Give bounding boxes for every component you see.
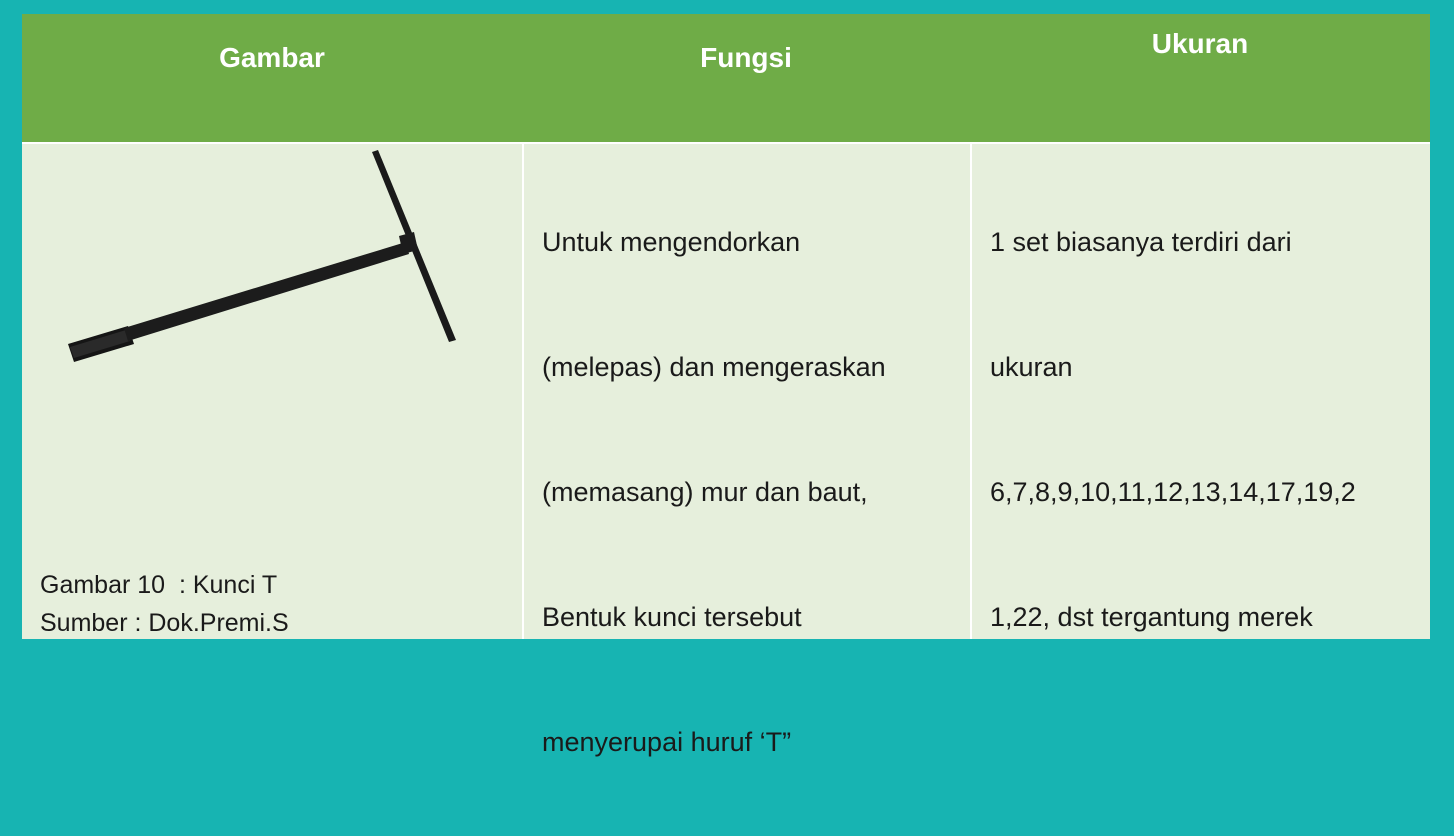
t-wrench-icon — [68, 150, 456, 362]
ukuran-line: 1 set biasanya terdiri dari — [990, 226, 1292, 257]
image-caption: Gambar 10 : Kunci T Sumber : Dok.Premi.S — [40, 566, 289, 642]
column-divider-2 — [970, 142, 972, 639]
ukuran-line: 6,7,8,9,10,11,12,13,14,17,19,2 — [990, 476, 1356, 507]
caption-figure: Gambar 10 : Kunci T — [40, 571, 278, 599]
fungsi-cell: Untuk mengendorkan (melepas) dan mengera… — [542, 148, 962, 836]
ukuran-line: 1,22, dst tergantung merek — [990, 601, 1313, 632]
ukuran-line: ukuran — [990, 351, 1073, 382]
caption-source: Sumber : Dok.Premi.S — [40, 609, 289, 637]
table-header: Gambar Fungsi Ukuran — [22, 14, 1430, 142]
header-ukuran: Ukuran — [1151, 28, 1249, 59]
column-divider-1 — [522, 142, 524, 639]
fungsi-line: Untuk mengendorkan — [542, 226, 801, 257]
tool-table: Gambar Fungsi Ukuran Gambar 10 : Kunci T… — [22, 14, 1430, 757]
fungsi-line: menyerupai huruf ‘T” — [542, 726, 792, 757]
header-fungsi: Fungsi — [700, 42, 792, 73]
header-gambar: Gambar — [219, 42, 325, 73]
fungsi-line: (memasang) mur dan baut, — [542, 476, 868, 507]
fungsi-line: (melepas) dan mengeraskan — [542, 351, 886, 382]
ukuran-cell: 1 set biasanya terdiri dari ukuran 6,7,8… — [990, 148, 1420, 711]
fungsi-line: Bentuk kunci tersebut — [542, 601, 802, 632]
